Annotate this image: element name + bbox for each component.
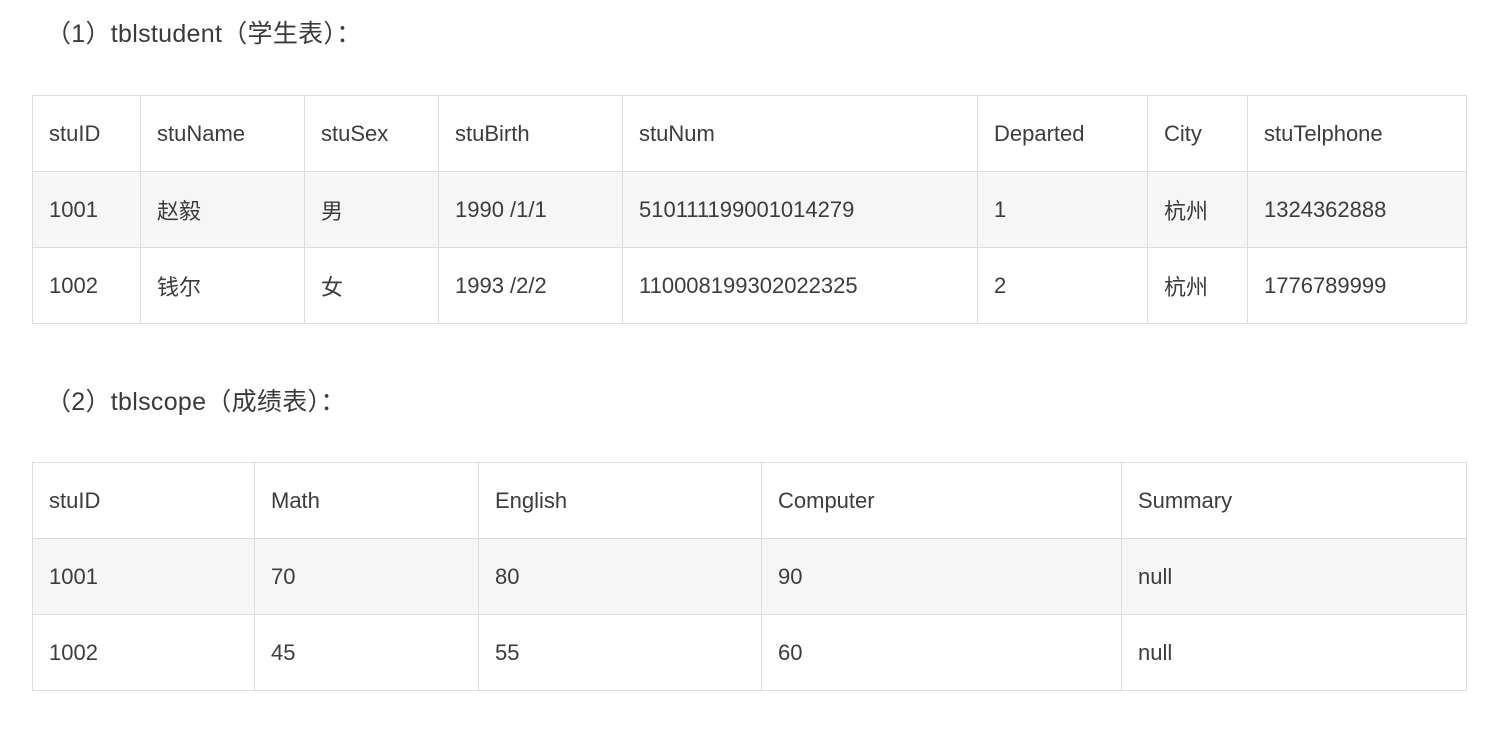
- document-body: （1）tblstudent（学生表）： stuID stuName stuSex…: [0, 0, 1490, 736]
- column-header-stuid: stuID: [32, 95, 141, 172]
- table-tblscope: stuID Math English Computer Summary 1001…: [32, 462, 1467, 691]
- cell-stutelphone: 1324362888: [1247, 171, 1467, 248]
- cell-departed: 1: [977, 171, 1148, 248]
- column-header-stutelphone: stuTelphone: [1247, 95, 1467, 172]
- cell-departed: 2: [977, 247, 1148, 324]
- column-header-stunum: stuNum: [622, 95, 978, 172]
- cell-stunum: 110008199302022325: [622, 247, 978, 324]
- cell-english: 80: [478, 538, 762, 615]
- column-header-city: City: [1147, 95, 1248, 172]
- cell-stubirth: 1990 /1/1: [438, 171, 623, 248]
- cell-stuid: 1001: [32, 171, 141, 248]
- column-header-summary: Summary: [1121, 462, 1467, 539]
- table-tblstudent: stuID stuName stuSex stuBirth stuNum Dep…: [32, 95, 1467, 324]
- section-heading-tblscope: （2）tblscope（成绩表）：: [46, 388, 346, 416]
- cell-computer: 60: [761, 614, 1122, 691]
- cell-stusex: 女: [304, 247, 439, 324]
- cell-stunum: 510111199001014279: [622, 171, 978, 248]
- cell-math: 45: [254, 614, 479, 691]
- cell-stuid: 1001: [32, 538, 255, 615]
- column-header-stubirth: stuBirth: [438, 95, 623, 172]
- table-header-row: stuID stuName stuSex stuBirth stuNum Dep…: [32, 95, 1467, 172]
- cell-math: 70: [254, 538, 479, 615]
- column-header-english: English: [478, 462, 762, 539]
- column-header-stuname: stuName: [140, 95, 305, 172]
- cell-stuid: 1002: [32, 614, 255, 691]
- cell-stuname: 赵毅: [140, 171, 305, 248]
- cell-stusex: 男: [304, 171, 439, 248]
- column-header-departed: Departed: [977, 95, 1148, 172]
- column-header-stuid: stuID: [32, 462, 255, 539]
- table-row: 1001 赵毅 男 1990 /1/1 510111199001014279 1…: [32, 171, 1467, 248]
- table-row: 1002 45 55 60 null: [32, 614, 1467, 691]
- column-header-computer: Computer: [761, 462, 1122, 539]
- table-row: 1001 70 80 90 null: [32, 538, 1467, 615]
- cell-stuname: 钱尔: [140, 247, 305, 324]
- section-heading-tblstudent: （1）tblstudent（学生表）：: [46, 20, 362, 48]
- cell-english: 55: [478, 614, 762, 691]
- column-header-math: Math: [254, 462, 479, 539]
- cell-stutelphone: 1776789999: [1247, 247, 1467, 324]
- cell-city: 杭州: [1147, 171, 1248, 248]
- table-row: 1002 钱尔 女 1993 /2/2 110008199302022325 2…: [32, 247, 1467, 324]
- cell-stuid: 1002: [32, 247, 141, 324]
- cell-computer: 90: [761, 538, 1122, 615]
- cell-city: 杭州: [1147, 247, 1248, 324]
- cell-summary: null: [1121, 614, 1467, 691]
- cell-stubirth: 1993 /2/2: [438, 247, 623, 324]
- column-header-stusex: stuSex: [304, 95, 439, 172]
- table-header-row: stuID Math English Computer Summary: [32, 462, 1467, 539]
- cell-summary: null: [1121, 538, 1467, 615]
